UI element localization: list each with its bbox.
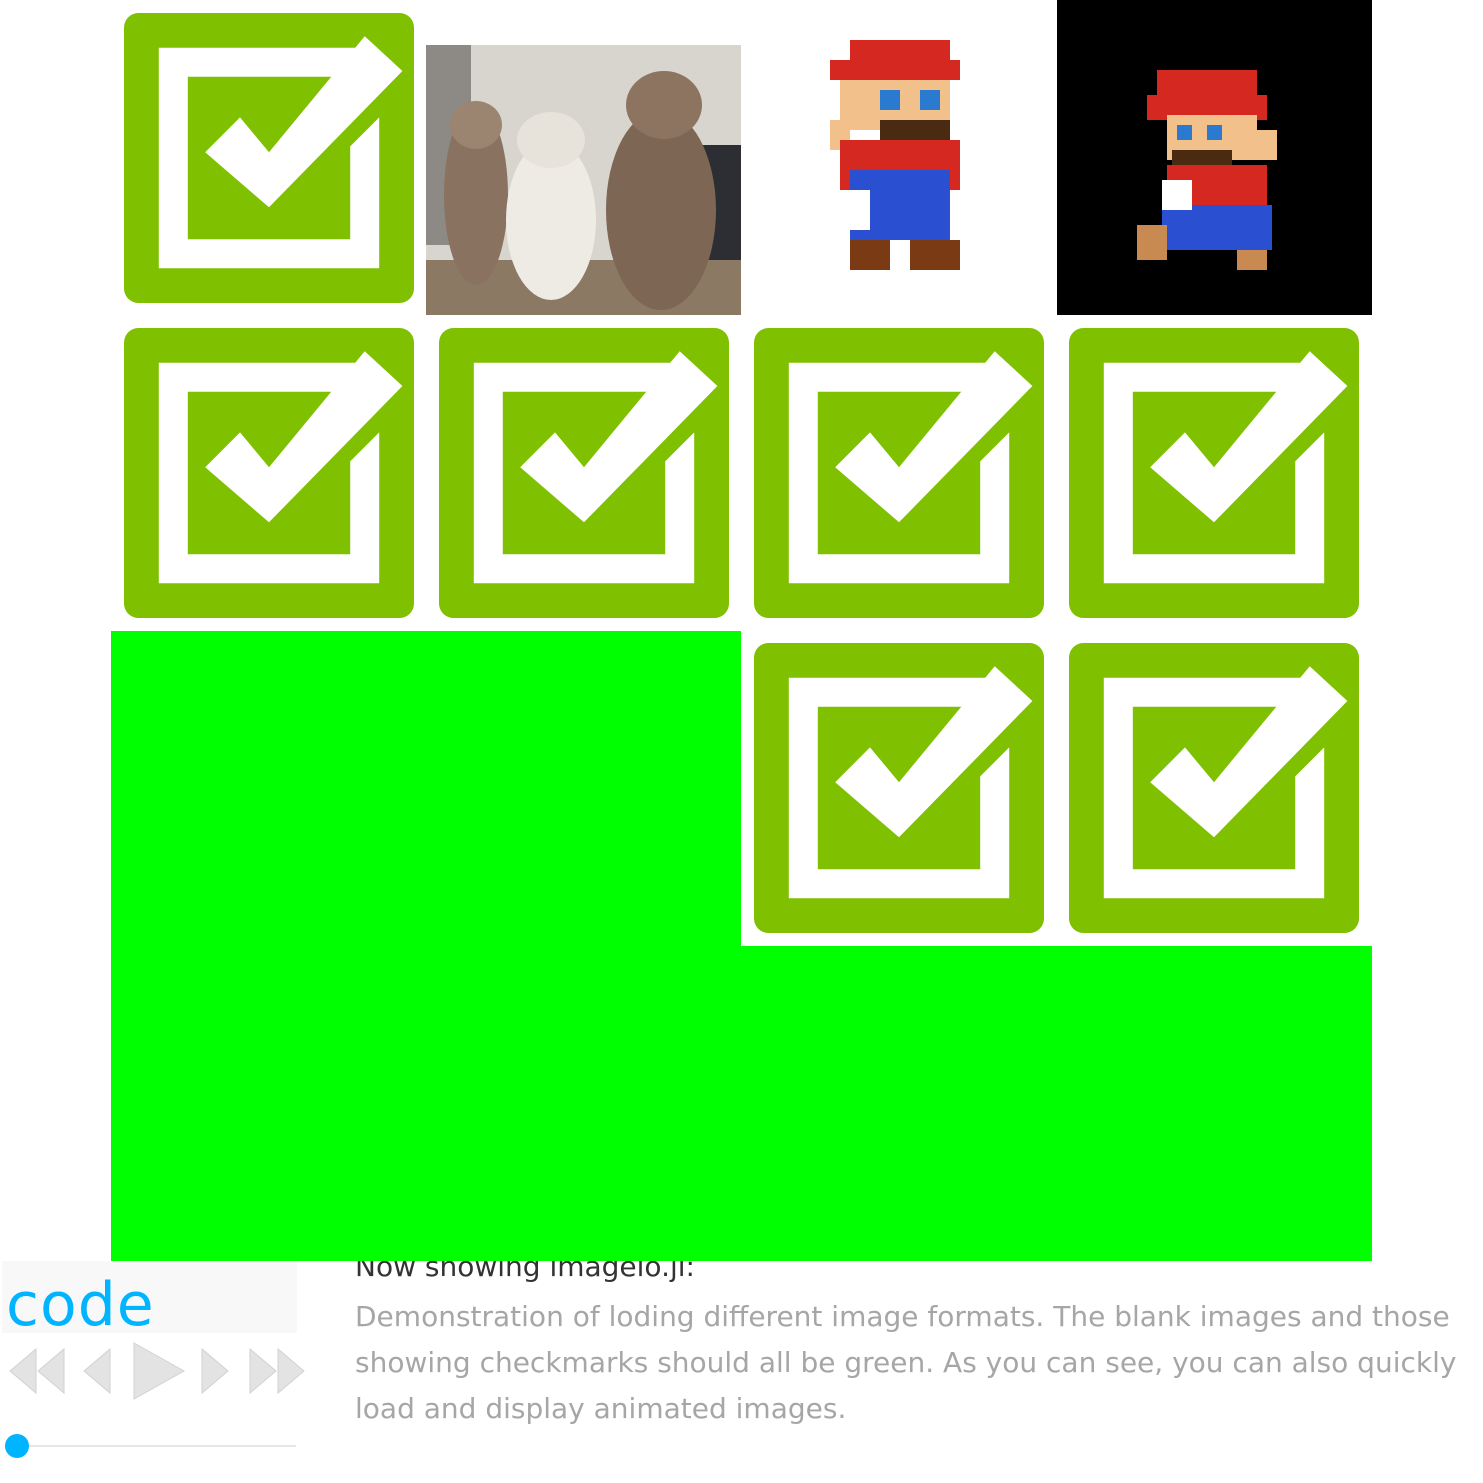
next-frame-button[interactable] bbox=[200, 1347, 230, 1395]
last-frame-button[interactable] bbox=[246, 1345, 308, 1397]
step-back-icon bbox=[83, 1347, 111, 1395]
checkmark-icon bbox=[123, 328, 415, 618]
solid-green-image bbox=[111, 631, 741, 1261]
play-button[interactable] bbox=[132, 1341, 186, 1401]
code-button[interactable]: code bbox=[2, 1261, 297, 1340]
step-forward-icon bbox=[201, 1347, 229, 1395]
previous-frame-button[interactable] bbox=[82, 1347, 112, 1395]
code-label: code bbox=[6, 1270, 155, 1340]
playback-controls: code bbox=[0, 1261, 305, 1483]
checkmark-icon bbox=[123, 13, 415, 303]
checkmark-icon bbox=[753, 643, 1045, 933]
play-icon bbox=[133, 1342, 186, 1400]
checkmark-icon bbox=[753, 328, 1045, 618]
mario-standing-sprite bbox=[790, 20, 1010, 290]
fast-forward-icon bbox=[249, 1347, 305, 1395]
rewind-icon bbox=[9, 1347, 65, 1395]
title-overlap-strip bbox=[111, 1250, 1372, 1261]
solid-green-image bbox=[741, 946, 1372, 1261]
frame-slider-knob[interactable] bbox=[5, 1434, 29, 1458]
first-frame-button[interactable] bbox=[6, 1345, 68, 1397]
mario-running-sprite bbox=[1057, 0, 1372, 315]
frame-slider-track[interactable] bbox=[14, 1445, 296, 1447]
checkmark-icon bbox=[438, 328, 730, 618]
checkmark-icon bbox=[1068, 643, 1360, 933]
checkmark-icon bbox=[1068, 328, 1360, 618]
cats-photo bbox=[426, 45, 741, 315]
description-text: Demonstration of loding different image … bbox=[355, 1300, 1457, 1425]
